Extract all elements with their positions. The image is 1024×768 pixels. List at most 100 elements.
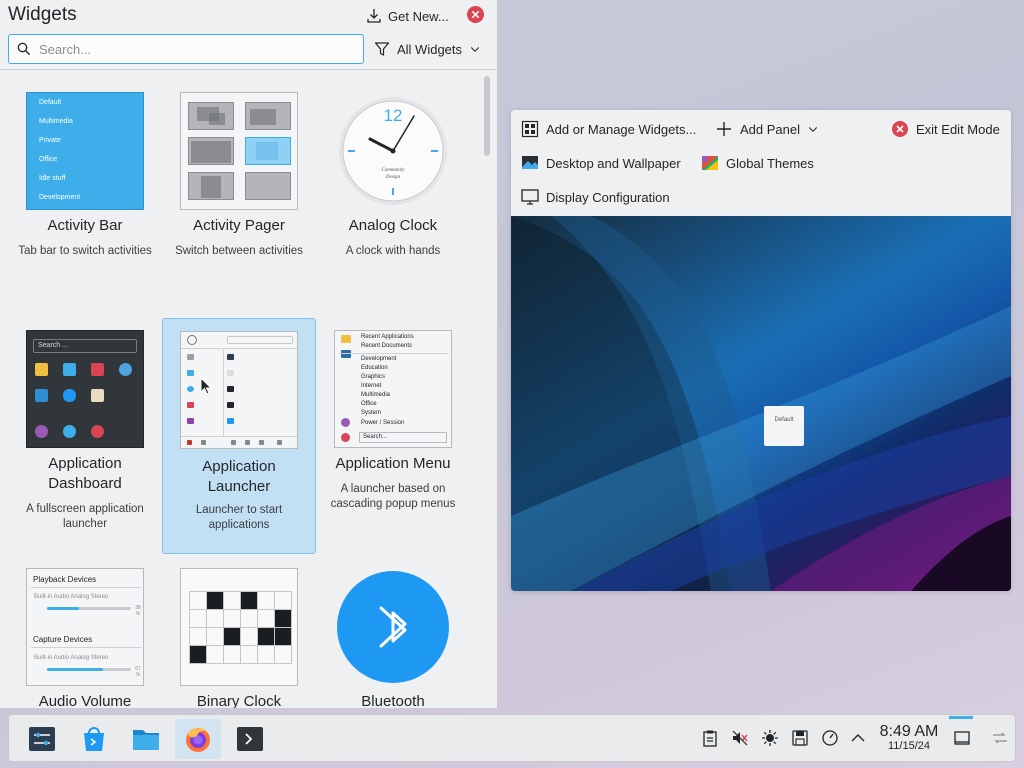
activity-item: Private <box>39 137 61 144</box>
widget-activity-pager[interactable]: Activity Pager Switch between activities <box>162 76 316 306</box>
taskbar-app-discover[interactable] <box>71 719 117 759</box>
exit-icon <box>892 121 908 137</box>
widgets-grid-icon <box>521 120 539 138</box>
widget-name: Binary Clock <box>196 693 282 708</box>
menu-preview-item: Power / Session <box>361 420 405 426</box>
scrollbar-thumb[interactable] <box>484 76 490 156</box>
display-configuration-label: Display Configuration <box>546 189 670 205</box>
widgets-header: Widgets Get New... All Widgets <box>0 0 497 70</box>
wallpaper-art <box>511 216 1011 591</box>
capture-volume-bar <box>47 668 131 671</box>
search-field[interactable] <box>8 34 364 64</box>
capture-device-name: Built-in Audio Analog Stereo <box>34 655 109 661</box>
tray-volume[interactable] <box>729 727 751 749</box>
add-widgets-button[interactable]: Add or Manage Widgets... <box>521 118 696 140</box>
taskbar-app-files[interactable] <box>123 719 169 759</box>
widget-bluetooth[interactable]: Bluetooth <box>316 552 470 708</box>
playback-volume-fill <box>47 607 79 610</box>
svg-text:Design: Design <box>385 175 401 180</box>
close-icon <box>471 10 480 19</box>
widget-name: Bluetooth <box>361 693 425 708</box>
tray-updates[interactable] <box>819 727 841 749</box>
menu-preview-item: Development <box>361 356 397 362</box>
exit-edit-mode-button[interactable]: Exit Edit Mode <box>891 118 1000 140</box>
widget-application-menu[interactable]: Recent Applications Recent Documents Dev… <box>316 314 470 554</box>
widget-name: Application Launcher <box>202 458 276 495</box>
updates-icon <box>822 730 838 746</box>
menu-preview-item: System <box>361 410 382 416</box>
tray-storage[interactable] <box>789 727 811 749</box>
desktop-wallpaper-button[interactable]: Desktop and Wallpaper <box>521 152 681 174</box>
widget-binary-clock[interactable]: Binary Clock <box>162 552 316 708</box>
get-new-button[interactable]: Get New... <box>366 6 449 26</box>
panel-config-icon <box>993 732 1007 744</box>
taskbar-app-firefox[interactable] <box>175 719 221 759</box>
widget-description: A clock with hands <box>345 245 441 257</box>
taskbar-app-terminal[interactable] <box>227 719 273 759</box>
activity-item: Office <box>39 156 58 163</box>
activity-item: Development <box>39 194 81 201</box>
menu-preview-item: Multimedia <box>361 392 391 398</box>
menu-preview-item: Recent Documents <box>361 343 413 349</box>
tray-show-desktop[interactable] <box>951 727 973 749</box>
widget-name: Application Menu <box>335 455 451 472</box>
monitor-icon <box>521 189 539 205</box>
playback-devices-label: Playback Devices <box>33 575 97 584</box>
clipboard-icon <box>703 730 717 747</box>
tray-panel-settings[interactable] <box>989 727 1011 749</box>
download-icon <box>367 9 381 23</box>
widget-application-launcher[interactable]: Application Launcher Launcher to start a… <box>162 318 316 554</box>
close-sidebar-button[interactable] <box>467 6 484 23</box>
volume-muted-icon <box>732 730 748 746</box>
clock-time[interactable]: 8:49 AM <box>877 723 941 741</box>
panel-edit-indicator <box>949 716 973 719</box>
dashboard-search-preview: Search ... <box>33 339 137 353</box>
analog-clock-thumbnail: 12 Community Design <box>334 92 452 210</box>
taskbar-panel: 8:49 AM 11/15/24 <box>8 714 1016 762</box>
widget-name: Application Dashboard <box>48 455 122 492</box>
tray-clipboard[interactable] <box>699 727 721 749</box>
get-new-label: Get New... <box>388 8 449 24</box>
taskbar-app-settings[interactable] <box>19 719 65 759</box>
widget-activity-bar[interactable]: Default Multimedia Private Office Idle s… <box>8 76 162 306</box>
binary-clock-thumbnail <box>180 568 298 686</box>
global-themes-label: Global Themes <box>726 155 814 171</box>
filter-icon <box>374 42 390 56</box>
widget-name: Analog Clock <box>348 217 438 234</box>
display-configuration-button[interactable]: Display Configuration <box>521 186 670 208</box>
tray-brightness[interactable] <box>759 727 781 749</box>
widgets-scrollbar[interactable] <box>483 74 491 704</box>
storage-icon <box>792 730 808 746</box>
capture-volume-fill <box>47 668 104 671</box>
clock-date[interactable]: 11/15/24 <box>877 740 941 753</box>
add-panel-button[interactable]: Add Panel <box>715 118 819 140</box>
widget-application-dashboard[interactable]: Search ... Application Dashboard A fulls… <box>8 314 162 554</box>
activity-item: Idle stuff <box>39 175 66 182</box>
terminal-icon <box>237 727 263 751</box>
filter-dropdown[interactable]: All Widgets <box>374 38 481 60</box>
plus-icon <box>717 122 731 136</box>
activity-tile[interactable]: Default <box>764 406 804 446</box>
chevron-down-icon <box>470 47 480 52</box>
tray-expand[interactable] <box>847 727 869 749</box>
menu-preview-item: Graphics <box>361 374 386 380</box>
exit-edit-label: Exit Edit Mode <box>916 121 1000 137</box>
global-themes-button[interactable]: Global Themes <box>701 152 814 174</box>
widget-name: Audio Volume <box>38 693 132 708</box>
widget-name: Activity Pager <box>193 217 285 234</box>
search-input[interactable] <box>39 41 339 57</box>
playback-device-name: Built-in Audio Analog Stereo <box>34 594 109 600</box>
desktop-preview[interactable]: Default <box>511 216 1011 591</box>
widget-analog-clock[interactable]: 12 Community Design Analog Clock A clock… <box>316 76 470 306</box>
search-icon <box>17 42 31 56</box>
activity-pager-thumbnail <box>180 92 298 210</box>
widget-audio-volume[interactable]: Playback Devices Built-in Audio Analog S… <box>8 552 162 708</box>
widget-description: Tab bar to switch activities <box>18 245 152 257</box>
files-icon <box>133 730 159 750</box>
capture-volume-percent: 67 % <box>135 666 141 678</box>
brightness-icon <box>762 730 778 746</box>
activity-item: Multimedia <box>39 118 73 125</box>
wallpaper-icon <box>522 156 538 169</box>
application-dashboard-thumbnail: Search ... <box>26 330 144 448</box>
add-panel-label: Add Panel <box>740 121 800 137</box>
